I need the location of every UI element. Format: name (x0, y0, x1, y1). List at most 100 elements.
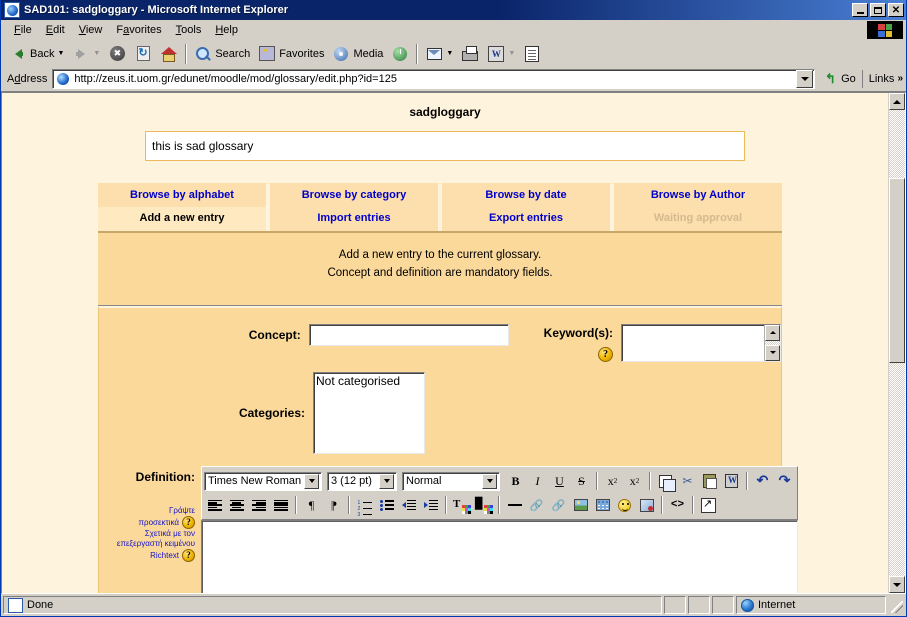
tab-browse-by-author[interactable]: Browse by Author (612, 183, 782, 207)
chevron-down-icon[interactable] (379, 473, 394, 489)
tab-import-entries[interactable]: Import entries (268, 207, 440, 231)
fullscreen-button[interactable] (698, 495, 719, 516)
keywords-textarea[interactable] (621, 323, 781, 362)
tab-browse-by-category[interactable]: Browse by category (268, 183, 440, 207)
align-right-button[interactable] (248, 495, 269, 516)
definition-textarea[interactable] (201, 520, 798, 593)
help-icon[interactable]: ? (182, 516, 195, 530)
categories-listbox[interactable]: Not categorised (313, 372, 425, 455)
italic-button[interactable]: I (527, 471, 548, 492)
favorites-button[interactable]: Favorites (254, 42, 328, 66)
paste-button[interactable] (699, 471, 720, 492)
tab-export-entries[interactable]: Export entries (440, 207, 612, 231)
mail-button[interactable]: ▼ (421, 42, 457, 66)
menu-item-edit[interactable]: Edit (39, 22, 72, 38)
menu-item-view[interactable]: View (72, 22, 110, 38)
edit-button[interactable]: ▼ (483, 42, 519, 66)
menu-item-tools[interactable]: Tools (169, 22, 209, 38)
links-button[interactable]: Links » (861, 69, 903, 88)
page-scrollbar[interactable] (888, 93, 905, 593)
scroll-up-icon[interactable] (889, 93, 905, 110)
undo-button[interactable] (752, 471, 773, 492)
categories-label: Categories: (238, 406, 305, 421)
font-family-select[interactable]: Times New Roman (204, 471, 322, 491)
refresh-button[interactable] (130, 42, 156, 66)
superscript-button[interactable]: x2 (624, 471, 645, 492)
minimize-button[interactable] (852, 3, 868, 17)
print-button[interactable] (457, 42, 483, 66)
tab-add-new-entry[interactable]: Add a new entry (98, 207, 268, 231)
text-color-button[interactable]: T (451, 495, 472, 516)
cut-button[interactable] (677, 471, 698, 492)
scroll-down-icon[interactable] (889, 576, 905, 593)
html-source-button[interactable]: <> (667, 495, 688, 516)
redo-button[interactable] (774, 471, 795, 492)
back-dropdown-icon[interactable]: ▼ (57, 50, 64, 57)
underline-button[interactable]: U (549, 471, 570, 492)
insert-image-button[interactable] (570, 495, 591, 516)
help-write-carefully-line1[interactable]: Γράψτε (99, 506, 195, 516)
go-button[interactable]: Go (815, 70, 862, 88)
font-size-select[interactable]: 3 (12 pt) (327, 471, 397, 491)
direction-rtl-button[interactable] (301, 495, 322, 516)
indent-button[interactable] (420, 495, 441, 516)
menu-item-help[interactable]: Help (208, 22, 245, 38)
address-dropdown-button[interactable] (796, 69, 814, 88)
address-input[interactable] (74, 72, 797, 85)
address-input-wrapper[interactable] (52, 68, 816, 89)
insert-emoticon-button[interactable] (614, 495, 635, 516)
maximize-button[interactable] (870, 3, 886, 17)
help-about-editor-line1[interactable]: Σχετικά με τον (99, 529, 195, 539)
scroll-up-icon[interactable] (765, 324, 780, 341)
chevron-down-icon[interactable] (304, 473, 319, 489)
menu-item-file[interactable]: File (7, 22, 39, 38)
ordered-list-button[interactable]: 1 2 3 (354, 495, 375, 518)
tab-browse-by-alphabet[interactable]: Browse by alphabet (98, 183, 268, 207)
menu-item-favorites[interactable]: Favorites (109, 22, 168, 38)
horizontal-rule-button[interactable] (504, 495, 525, 516)
outdent-button[interactable] (398, 495, 419, 516)
help-icon[interactable]: ? (598, 347, 613, 363)
concept-input[interactable] (308, 323, 509, 346)
resize-grip[interactable] (888, 596, 904, 614)
scroll-down-icon[interactable] (765, 344, 780, 361)
scrollbar-track[interactable] (889, 110, 905, 576)
close-button[interactable]: ✕ (888, 3, 904, 17)
home-button[interactable] (156, 42, 182, 66)
align-justify-button[interactable] (270, 495, 291, 516)
search-button[interactable]: Search (190, 42, 254, 66)
copy-button[interactable] (655, 471, 676, 492)
help-icon[interactable]: ? (182, 549, 195, 563)
insert-link-button[interactable] (526, 495, 547, 516)
back-button[interactable]: Back ▼ (5, 42, 68, 66)
spellcheck-button[interactable] (636, 495, 657, 516)
strikethrough-button[interactable]: S (571, 471, 592, 492)
mail-dropdown-icon[interactable]: ▼ (446, 50, 453, 57)
scrollbar-thumb[interactable] (889, 178, 905, 363)
paragraph-style-select[interactable]: Normal (402, 471, 500, 491)
align-left-button[interactable] (204, 495, 225, 516)
history-button[interactable] (387, 42, 413, 66)
help-write-carefully-line2[interactable]: προσεκτικά (139, 518, 180, 528)
help-about-editor-line2[interactable]: επεξεργαστή κειμένου (99, 539, 195, 549)
chevron-down-icon[interactable] (482, 473, 497, 489)
keywords-scrollbar[interactable] (764, 324, 780, 361)
stop-button[interactable] (104, 42, 130, 66)
help-richtext-label[interactable]: Richtext (150, 551, 179, 561)
align-center-button[interactable] (226, 495, 247, 516)
background-color-button[interactable]: ▉ (473, 495, 494, 516)
subscript-button[interactable]: x2 (602, 471, 623, 492)
discuss-button[interactable] (519, 42, 545, 66)
paste-from-word-button[interactable] (721, 471, 742, 492)
direction-ltr-button[interactable] (323, 495, 344, 516)
tab-browse-by-date[interactable]: Browse by date (440, 183, 612, 207)
unordered-list-button[interactable] (376, 495, 397, 516)
list-item[interactable]: Not categorised (316, 374, 422, 388)
insert-table-button[interactable] (592, 495, 613, 516)
media-button[interactable]: Media (328, 42, 387, 66)
align-justify-icon (273, 499, 288, 511)
bold-button[interactable]: B (505, 471, 526, 492)
unlink-button[interactable] (548, 495, 569, 516)
ordered-list-icon: 1 2 3 (358, 500, 372, 518)
forward-button[interactable]: ▼ (68, 42, 104, 66)
